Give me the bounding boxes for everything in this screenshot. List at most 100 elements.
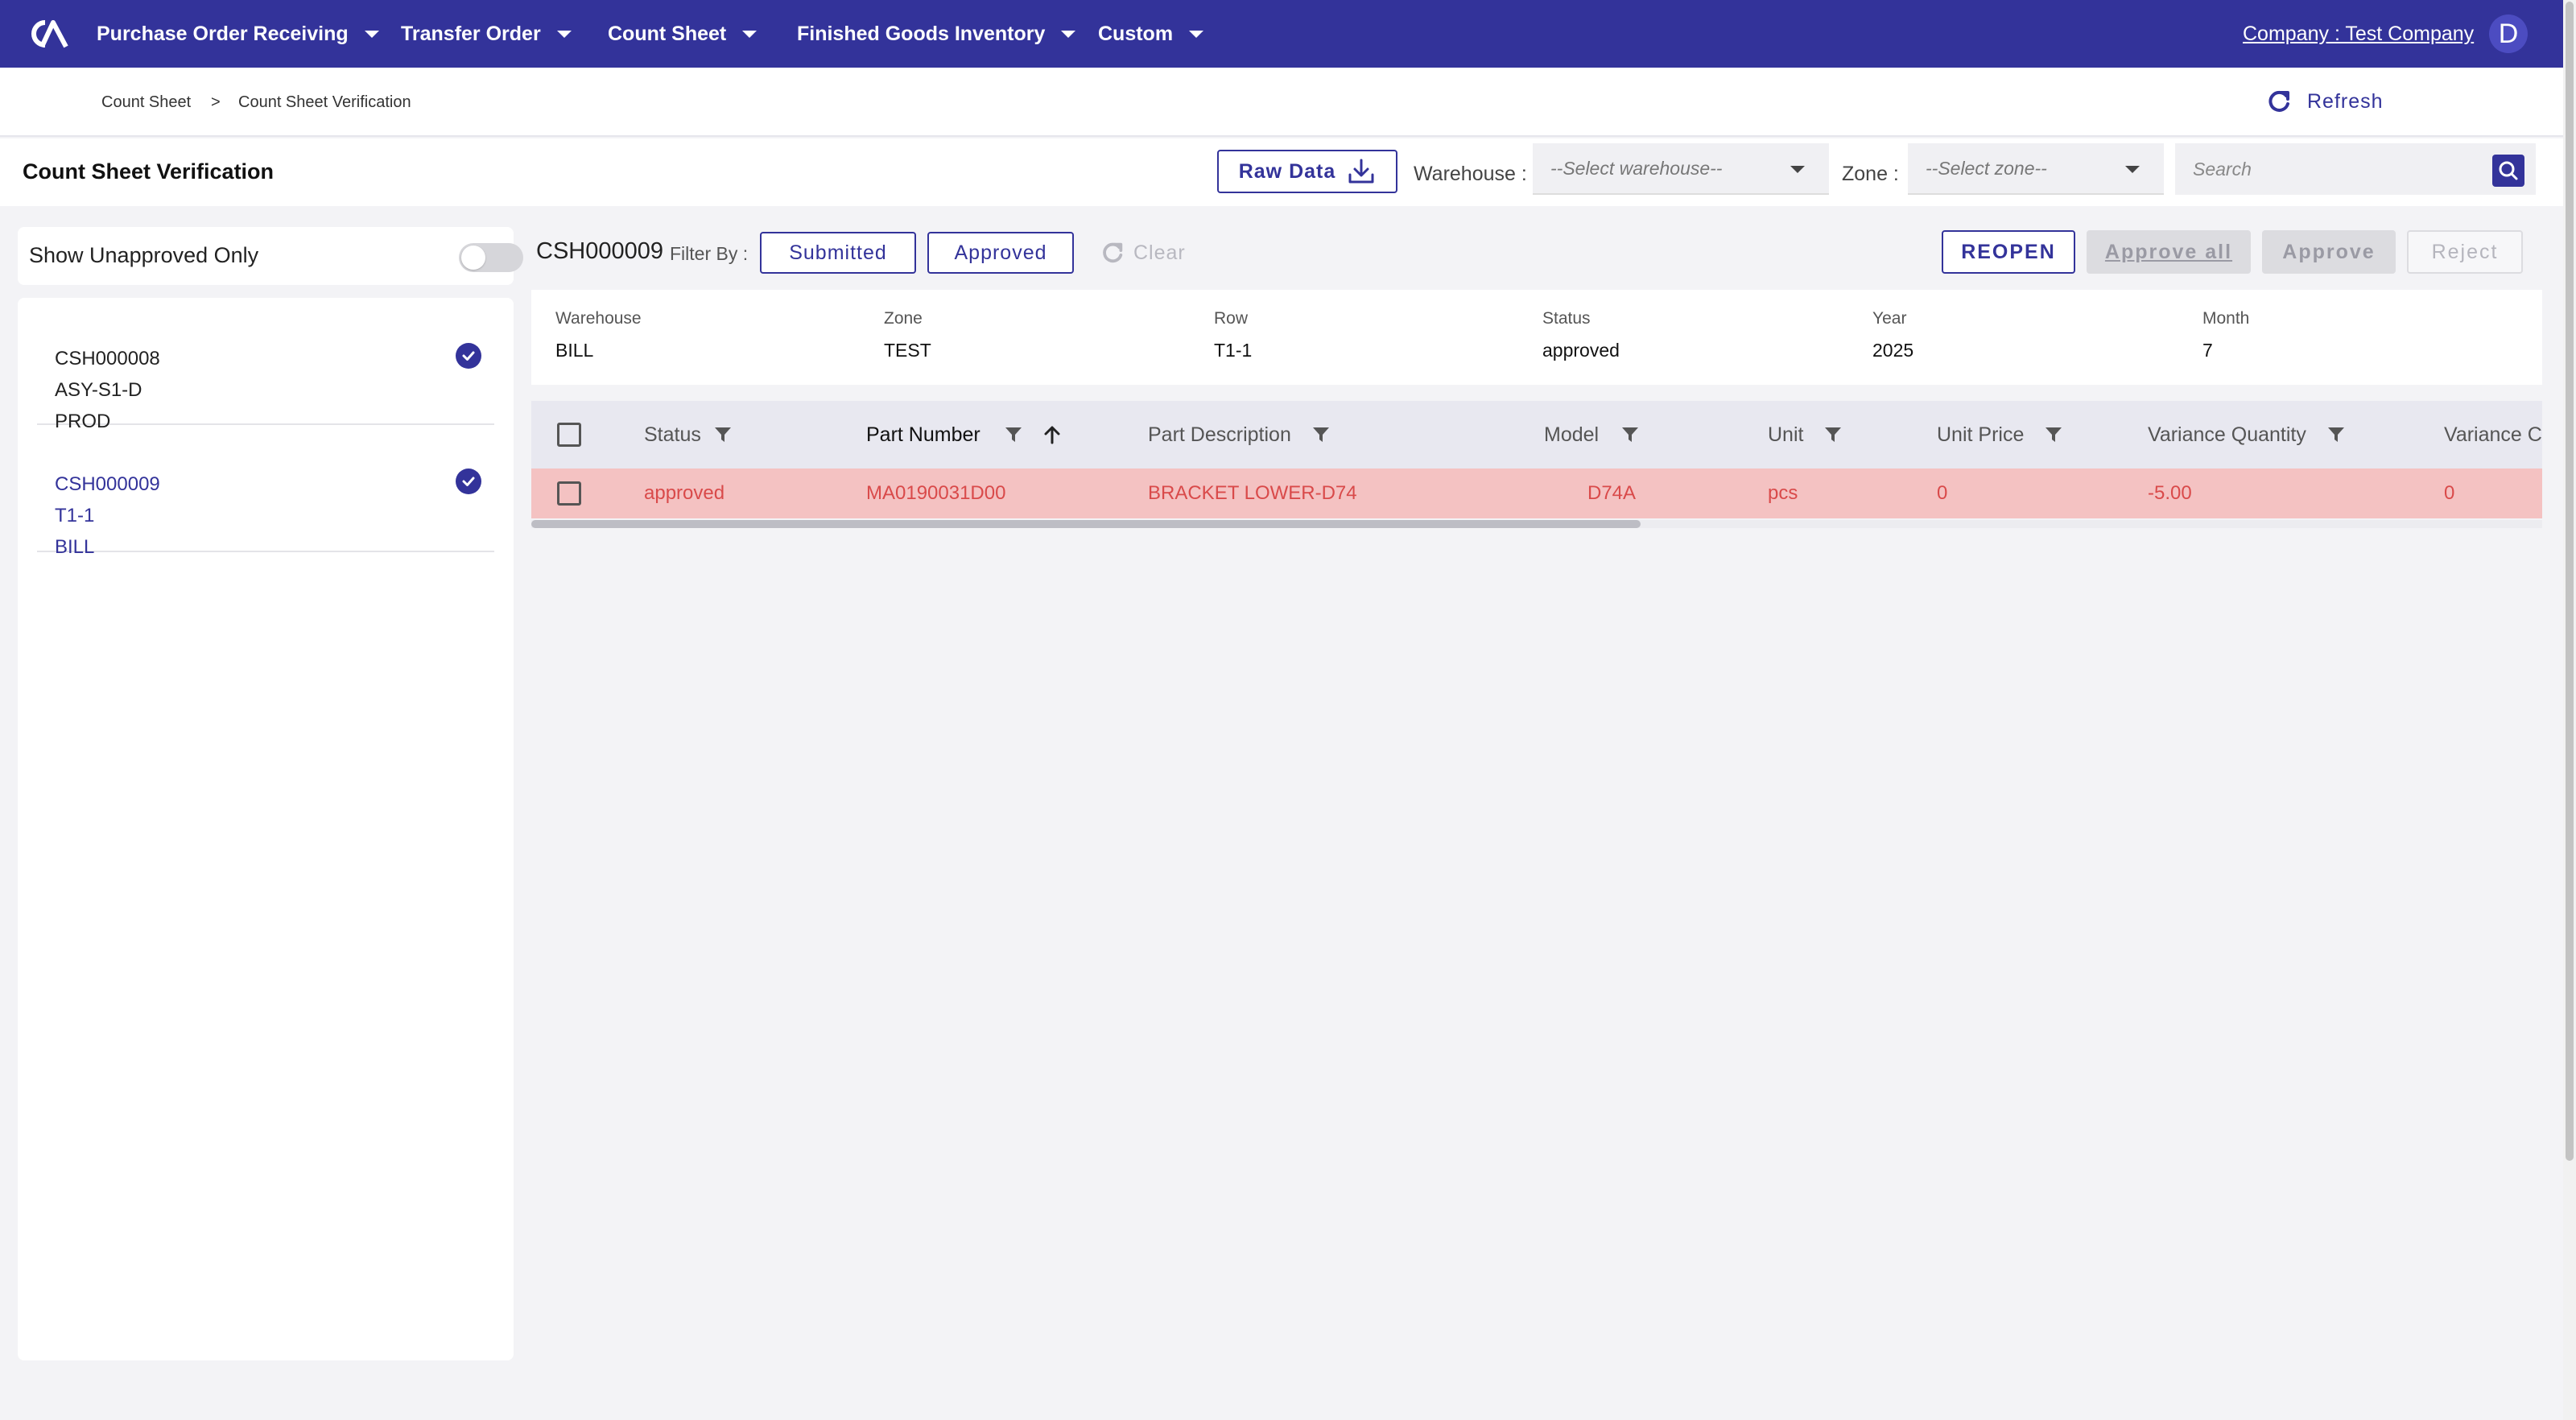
caret-down-icon <box>1189 30 1204 38</box>
top-nav: Purchase Order Receiving Transfer Order … <box>0 0 2576 68</box>
scrollbar-thumb[interactable] <box>531 520 1641 528</box>
info-value: 2025 <box>1872 340 1914 361</box>
sort-ascending-icon[interactable] <box>1042 424 1063 445</box>
caret-down-icon <box>364 30 379 38</box>
table-row[interactable]: approved MA0190031D00 BRACKET LOWER-D74 … <box>531 469 2542 518</box>
clear-filter-button[interactable]: Clear <box>1100 235 1186 270</box>
app-logo-icon[interactable] <box>21 16 69 52</box>
filter-funnel-icon[interactable] <box>1824 426 1842 444</box>
warehouse-select[interactable]: --Select warehouse-- <box>1533 143 1829 195</box>
col-label: Part Description <box>1148 423 1291 446</box>
nav-purchase-order-receiving[interactable]: Purchase Order Receiving <box>97 0 379 68</box>
info-row: Row T1-1 <box>1214 309 1252 361</box>
filter-funnel-icon[interactable] <box>2045 426 2062 444</box>
page-title: Count Sheet Verification <box>23 159 275 184</box>
cell-model: D74A <box>1587 482 1637 504</box>
cell-variance-quantity: -5.00 <box>2148 482 2192 504</box>
search-input[interactable]: Search <box>2175 143 2536 195</box>
nav-count-sheet[interactable]: Count Sheet <box>608 0 758 68</box>
col-label: Part Number <box>866 423 980 446</box>
unapproved-filter-card: Show Unapproved Only <box>18 227 523 285</box>
col-variance-quantity[interactable]: Variance Quantity <box>2148 401 2345 469</box>
sheet-row: T1-1 <box>55 505 95 526</box>
toggle-knob <box>461 246 485 270</box>
info-value: BILL <box>555 340 594 361</box>
sheet-id: CSH000008 <box>55 348 160 369</box>
filter-by-label: Filter By : <box>670 243 749 264</box>
info-year: Year 2025 <box>1872 309 1913 361</box>
approve-button[interactable]: Approve <box>2262 230 2396 274</box>
info-key: Row <box>1214 309 1249 328</box>
raw-data-button[interactable]: Raw Data <box>1217 150 1397 193</box>
reject-button[interactable]: Reject <box>2407 230 2523 274</box>
download-icon <box>1348 159 1374 184</box>
filter-funnel-icon[interactable] <box>2327 426 2345 444</box>
horizontal-scrollbar[interactable] <box>531 520 2542 528</box>
user-avatar[interactable]: D <box>2489 14 2528 53</box>
warehouse-label: Warehouse : <box>1414 163 1527 185</box>
col-label: Variance Quantity <box>2148 423 2306 446</box>
caret-down-icon <box>742 30 758 38</box>
list-item[interactable]: CSH000009 T1-1 BILL <box>37 425 494 558</box>
filter-submitted-button[interactable]: Submitted <box>760 232 916 274</box>
zone-select[interactable]: --Select zone-- <box>1908 143 2164 195</box>
refresh-icon <box>2268 90 2289 112</box>
info-month: Month 7 <box>2202 309 2249 361</box>
nav-finished-goods-inventory[interactable]: Finished Goods Inventory <box>797 0 1076 68</box>
filter-approved-button[interactable]: Approved <box>927 232 1074 274</box>
nav-custom[interactable]: Custom <box>1098 0 1204 68</box>
caret-down-icon <box>556 30 572 38</box>
col-part-description[interactable]: Part Description <box>1148 401 1330 469</box>
nav-label: Custom <box>1098 22 1174 45</box>
dropdown-arrow-icon <box>2125 166 2140 173</box>
vertical-scrollbar[interactable] <box>2563 0 2576 1420</box>
info-status: Status approved <box>1542 309 1620 361</box>
dropdown-arrow-icon <box>1790 166 1805 173</box>
table-header: Status Part Number Part Description Mode… <box>531 401 2542 469</box>
info-value: TEST <box>884 340 931 361</box>
row-checkbox[interactable] <box>557 481 581 506</box>
info-key: Warehouse <box>555 309 642 328</box>
info-key: Month <box>2202 309 2250 328</box>
reset-icon <box>1103 242 1123 263</box>
info-value: 7 <box>2202 340 2213 361</box>
info-value: approved <box>1542 340 1620 361</box>
refresh-button[interactable]: Refresh <box>2265 84 2384 119</box>
col-label: Status <box>644 423 701 446</box>
select-all-checkbox[interactable] <box>557 423 581 447</box>
sheet-info-card: Warehouse BILL Zone TEST Row T1-1 Status… <box>531 290 2542 385</box>
nav-transfer-order[interactable]: Transfer Order <box>401 0 572 68</box>
scrollbar-thumb[interactable] <box>2566 2 2574 1161</box>
col-unit[interactable]: Unit <box>1768 401 1842 469</box>
search-button[interactable] <box>2492 155 2524 187</box>
warehouse-placeholder: --Select warehouse-- <box>1550 157 1723 179</box>
filter-funnel-icon[interactable] <box>1005 426 1022 444</box>
col-unit-price[interactable]: Unit Price <box>1937 401 2062 469</box>
approve-all-button[interactable]: Approve all <box>2087 230 2251 274</box>
filter-funnel-icon[interactable] <box>714 426 732 444</box>
filter-funnel-icon[interactable] <box>1621 426 1639 444</box>
info-key: Zone <box>884 309 923 328</box>
col-model[interactable]: Model <box>1544 401 1639 469</box>
company-selector-link[interactable]: Company : Test Company <box>2243 0 2474 68</box>
reopen-button[interactable]: REOPEN <box>1942 230 2075 274</box>
col-part-number[interactable]: Part Number <box>866 401 1063 469</box>
search-placeholder: Search <box>2193 158 2252 180</box>
zone-placeholder: --Select zone-- <box>1926 157 2047 179</box>
col-label: Unit <box>1768 423 1804 446</box>
cell-status: approved <box>644 482 725 504</box>
cell-variance-cost: 0 <box>2444 482 2455 504</box>
cell-unit-price: 0 <box>1937 482 1948 504</box>
show-unapproved-toggle[interactable] <box>459 243 523 272</box>
zone-label: Zone : <box>1842 163 1899 185</box>
col-variance-cost[interactable]: Variance Co <box>2444 401 2542 469</box>
info-key: Year <box>1872 309 1907 328</box>
filter-funnel-icon[interactable] <box>1312 426 1330 444</box>
list-item[interactable]: CSH000008 ASY-S1-D <box>37 298 494 425</box>
breadcrumb-count-sheet[interactable]: Count Sheet <box>101 93 191 112</box>
sheet-row: ASY-S1-D <box>55 379 142 401</box>
col-status[interactable]: Status <box>644 401 732 469</box>
check-circle-icon <box>456 469 481 494</box>
verification-table: Status Part Number Part Description Mode… <box>531 401 2542 531</box>
nav-label: Purchase Order Receiving <box>97 22 349 45</box>
